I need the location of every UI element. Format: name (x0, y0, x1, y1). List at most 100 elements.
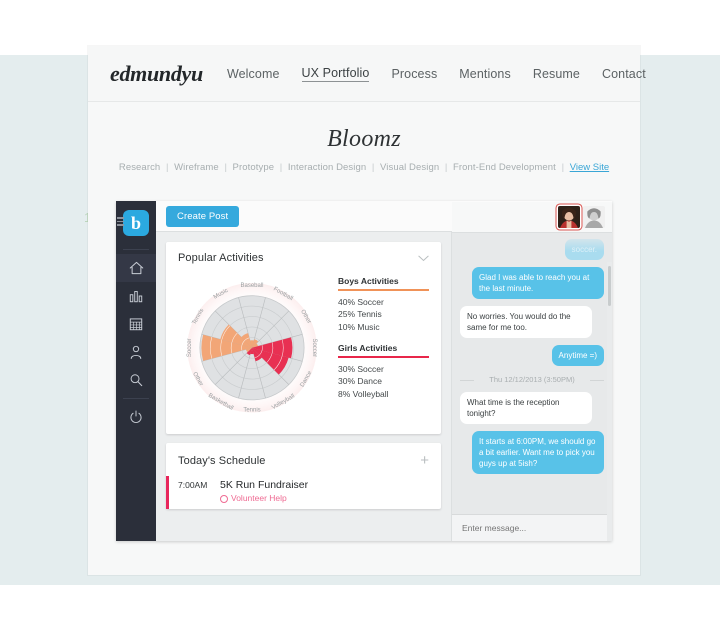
chat-message-row: soccer. (460, 239, 604, 267)
create-post-button[interactable]: Create Post (166, 205, 240, 227)
chart-axis-label: Baseball (240, 283, 263, 289)
legend-item: 30% Soccer (338, 363, 384, 374)
portfolio-page: edmundyu Welcome UX Portfolio Process Me… (88, 46, 646, 575)
chat-bubble-incoming: No worries. You would do the same for me… (460, 306, 592, 338)
chart-body: Baseball Football Other Soccer Dance Volleyba… (166, 272, 441, 434)
schedule-time: 7:00AM (178, 480, 208, 490)
feed-column: Popular Activities Baseball Football Oth… (156, 232, 451, 541)
chat-panel: soccer. Glad I was able to reach you at … (451, 202, 612, 541)
person-icon (130, 345, 142, 359)
tag-front-end-development: Front-End Development (452, 162, 556, 173)
chat-message-row: Anytime =) (460, 345, 604, 373)
legend-item: 40% Soccer (338, 296, 384, 307)
tag-wireframe: Wireframe (174, 162, 219, 173)
chat-bubble-incoming: What time is the reception tonight? (460, 392, 592, 424)
clock-icon (220, 494, 228, 503)
calendar-icon (129, 318, 143, 331)
chat-bubble-outgoing: soccer. (564, 239, 604, 260)
legend-heading-girls: Girls Activities (338, 343, 398, 353)
avatar[interactable] (583, 206, 605, 228)
sidebar-item-profile[interactable] (116, 338, 156, 366)
chat-messages[interactable]: soccer. Glad I was able to reach you at … (452, 233, 612, 514)
chat-message-row: It starts at 6:00PM, we should go a bit … (460, 431, 604, 481)
chart-axis-label: Soccer (187, 338, 193, 357)
schedule-row[interactable]: 7:00AM 5K Run Fundraiser Volunteer Help (166, 476, 441, 509)
sidebar-item-reports[interactable] (116, 282, 156, 310)
legend-item: 25% Tennis (338, 309, 382, 319)
card-title: Today's Schedule (178, 454, 266, 467)
app-content: Popular Activities Baseball Football Oth… (156, 202, 612, 541)
scrollbar-thumb[interactable] (608, 266, 611, 306)
site-navbar: edmundyu Welcome UX Portfolio Process Me… (88, 46, 646, 102)
sidebar-item-search[interactable] (116, 366, 156, 394)
sidebar-item-logout[interactable] (116, 403, 156, 431)
chat-message-row: No worries. You would do the same for me… (460, 306, 604, 338)
tag-interaction-design: Interaction Design (287, 162, 367, 173)
polar-rose-chart: Baseball Football Other Soccer Dance Volleyba… (172, 272, 332, 422)
schedule-event-name: 5K Run Fundraiser (220, 479, 309, 491)
bar-chart-icon (129, 291, 143, 303)
sidebar-item-calendar[interactable] (116, 310, 156, 338)
card-header: Today's Schedule + (166, 443, 441, 476)
card-header: Popular Activities (166, 242, 441, 272)
nav-item-welcome[interactable]: Welcome (227, 67, 280, 81)
hamburger-icon[interactable] (117, 217, 124, 228)
tag-separator: | (371, 162, 375, 173)
chart-axis-label: Soccer (311, 338, 317, 357)
home-icon (129, 261, 143, 275)
sidebar-divider (123, 398, 149, 399)
card-popular-activities: Popular Activities Baseball Football Oth… (166, 242, 441, 434)
legend-item: 10% Music (338, 321, 380, 332)
nav-item-ux-portfolio[interactable]: UX Portfolio (301, 66, 370, 82)
plus-icon[interactable]: + (420, 453, 429, 468)
sidebar-divider (123, 249, 149, 250)
chat-bubble-outgoing: Glad I was able to reach you at the last… (472, 267, 604, 299)
nav-item-resume[interactable]: Resume (533, 67, 580, 81)
search-icon (130, 374, 143, 387)
chat-composer (452, 514, 612, 541)
chat-message-row: What time is the reception tonight? (460, 392, 604, 424)
page-title: Bloomz (327, 126, 401, 152)
site-brand-logo[interactable]: edmundyu (110, 61, 203, 87)
chevron-down-icon[interactable] (418, 255, 429, 262)
power-icon (130, 410, 142, 424)
legend-heading-boys: Boys Activities (338, 276, 399, 286)
tag-separator: | (224, 162, 227, 173)
tag-separator: | (165, 162, 169, 173)
avatar[interactable] (558, 206, 580, 228)
chat-header (452, 202, 612, 233)
legend-item: 30% Dance (338, 376, 382, 386)
chart-axis-label: Tennis (243, 408, 260, 414)
app-main: Create Post Popular Activities Baseball … (156, 201, 612, 541)
chat-scrollbar[interactable] (607, 262, 612, 541)
schedule-event-note: Volunteer Help (220, 493, 308, 503)
app-logo[interactable]: b (116, 201, 156, 245)
card-title: Popular Activities (178, 252, 264, 264)
legend-item: 8% Volleyball (338, 388, 389, 399)
sidebar-item-home[interactable] (116, 254, 156, 282)
breadcrumb: Research | Wireframe | Prototype | Inter… (88, 162, 640, 173)
legend-rule-boys (338, 289, 429, 291)
project-title-block: Bloomz Research | Wireframe | Prototype … (88, 102, 640, 173)
brand-letter: b (123, 210, 149, 236)
chat-bubble-outgoing: It starts at 6:00PM, we should go a bit … (472, 431, 604, 474)
tag-separator: | (444, 162, 448, 173)
legend-rule-girls (338, 356, 429, 358)
nav-item-mentions[interactable]: Mentions (459, 67, 511, 81)
schedule-note-text: Volunteer Help (231, 493, 287, 503)
chat-bubble-outgoing: Anytime =) (551, 345, 604, 366)
tag-visual-design: Visual Design (380, 162, 440, 173)
message-input[interactable] (460, 522, 612, 534)
nav-item-contact[interactable]: Contact (602, 67, 646, 81)
app-sidebar: b (116, 201, 156, 541)
nav-item-process[interactable]: Process (391, 67, 437, 81)
card-todays-schedule: Today's Schedule + 7:00AM 5K Run Fundrai… (166, 443, 441, 509)
chat-message-row: Glad I was able to reach you at the last… (460, 267, 604, 306)
tag-research: Research (118, 162, 161, 173)
tag-separator: | (561, 162, 565, 173)
tag-prototype: Prototype (232, 162, 275, 173)
legend-spacer (338, 333, 429, 343)
view-site-link[interactable]: View Site (570, 162, 609, 173)
tag-separator: | (279, 162, 283, 173)
chat-timestamp: Thu 12/12/2013 (3:50PM) (460, 375, 604, 384)
